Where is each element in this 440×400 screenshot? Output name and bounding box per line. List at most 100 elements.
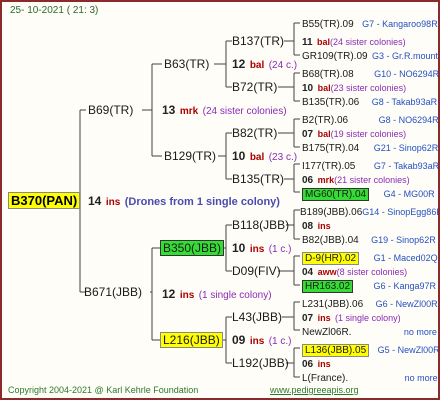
- b82-note: (19 sister colonies): [330, 129, 407, 139]
- b82jbb-info: G19 - Sinop62R: [371, 235, 436, 245]
- b350-note: (1 c.): [268, 244, 292, 255]
- d09-label: aww: [317, 267, 337, 277]
- b118-label: ins: [317, 221, 331, 231]
- root-label: ins: [105, 197, 121, 208]
- l4-lfrance[interactable]: L(France). no more: [302, 370, 438, 386]
- b350-name: B350(JBB): [160, 240, 225, 256]
- b350-count: 10: [232, 241, 246, 255]
- l216-matings: 09 ins (1 c.): [232, 333, 292, 349]
- node-b118[interactable]: B118(JBB): [232, 218, 289, 232]
- l4-gr109[interactable]: GR109(TR).09 G3 - Gr.R.mounta: [302, 48, 440, 64]
- site-link[interactable]: www.pedigreeapis.org: [270, 385, 359, 395]
- b671-count: 12: [162, 287, 176, 301]
- gr109-name: GR109(TR).09: [302, 51, 368, 62]
- b118-count: 08: [302, 221, 314, 232]
- b72-label: bal: [317, 83, 331, 93]
- b135-label: mrk: [317, 175, 335, 185]
- b55-name: B55(TR).09: [302, 19, 354, 30]
- b69-note: (24 sister colonies): [202, 106, 287, 117]
- l216-note: (1 c.): [268, 336, 292, 347]
- node-b135[interactable]: B135(TR): [232, 172, 284, 186]
- b671-matings: 12 ins (1 single colony): [162, 287, 272, 303]
- root-matings: 14 ins (Drones from 1 single colony): [88, 194, 280, 210]
- l4-b135[interactable]: B135(TR).06 G8 - Takab93aR: [302, 94, 437, 110]
- l216-name: L216(JBB): [160, 332, 223, 348]
- i177-info: G7 - Takab93aR: [373, 161, 440, 171]
- d09-note: (8 sister colonies): [336, 267, 408, 277]
- b671-note: (1 single colony): [198, 290, 272, 301]
- newzl06-info: no more: [403, 327, 437, 337]
- b55-info: G7 - Kangaroo98R: [362, 19, 438, 29]
- b129-count: 10: [232, 149, 246, 163]
- b63-count: 12: [232, 57, 246, 71]
- root-note: (Drones from 1 single colony): [124, 196, 280, 208]
- node-b671[interactable]: B671(JBB): [84, 285, 142, 299]
- b175-name: B175(TR).04: [302, 143, 360, 154]
- b72-note: (23 sister colonies): [330, 83, 407, 93]
- copyright-text: Copyright 2004-2021 @ Karl Kehrle Founda…: [8, 385, 199, 395]
- b135-count: 06: [302, 175, 314, 186]
- b63-note: (24 c.): [268, 60, 298, 71]
- b129-label: bal: [249, 152, 265, 163]
- node-b69[interactable]: B69(TR): [88, 103, 133, 117]
- b137-count: 11: [302, 37, 313, 48]
- l192-label: ins: [317, 359, 331, 369]
- l4-newzl06[interactable]: NewZl06R. no more: [302, 324, 437, 340]
- b68-info: G10 - NO6294R: [374, 69, 440, 79]
- b82-count: 07: [302, 129, 314, 140]
- b135tr-info: G8 - Takab93aR: [371, 97, 438, 107]
- l4-b175[interactable]: B175(TR).04 G21 - Sinop62R: [302, 140, 438, 156]
- node-d09[interactable]: D09(FIV): [232, 264, 281, 278]
- b2-info: G8 - NO6294R: [378, 115, 439, 125]
- l4-b82jbb[interactable]: B82(JBB).04 G19 - Sinop62R: [302, 232, 436, 248]
- l192-count: 06: [302, 359, 314, 370]
- root-queen[interactable]: B370(PAN): [8, 192, 81, 209]
- b175-info: G21 - Sinop62R: [373, 143, 439, 153]
- b135tr-name: B135(TR).06: [302, 97, 360, 108]
- node-b63[interactable]: B63(TR): [164, 57, 209, 71]
- node-b137[interactable]: B137(TR): [232, 34, 284, 48]
- mg60-info: G4 - MG00R: [383, 189, 435, 199]
- b69-matings: 13 mrk (24 sister colonies): [162, 103, 287, 119]
- gr109-info: G3 - Gr.R.mounta: [372, 51, 440, 61]
- node-b72[interactable]: B72(TR): [232, 80, 277, 94]
- l43-label: ins: [317, 313, 331, 323]
- b129-note: (23 c.): [268, 152, 298, 163]
- node-l216[interactable]: L216(JBB): [160, 332, 223, 348]
- l4-mg60[interactable]: MG60(TR).04 G4 - MG00R: [302, 186, 435, 202]
- newzl06-name: NewZl06R.: [302, 327, 352, 338]
- pedigree-panel: 25- 10-2021 ( 21: 3) B370(PAN) 14 ins (D…: [0, 0, 440, 400]
- l216-label: ins: [249, 336, 265, 347]
- root-count: 14: [88, 194, 102, 208]
- node-l192[interactable]: L192(JBB): [232, 356, 289, 370]
- node-b350[interactable]: B350(JBB): [160, 240, 225, 256]
- b189-info: G14 - SinopEgg86R: [362, 207, 440, 217]
- node-b82[interactable]: B82(TR): [232, 126, 277, 140]
- l43-count: 07: [302, 313, 314, 324]
- b2-name: B2(TR).06: [302, 115, 349, 126]
- node-b129[interactable]: B129(TR): [164, 149, 216, 163]
- b350-label: ins: [249, 244, 265, 255]
- b137-label: bal: [317, 37, 331, 47]
- b82-label: bal: [317, 129, 331, 139]
- lfrance-name: L(France).: [302, 373, 349, 384]
- b69-count: 13: [162, 103, 176, 117]
- hr163-name: HR163.02: [302, 280, 354, 293]
- hr163-info: G6 - Kanga97R: [373, 281, 437, 291]
- b129-matings: 10 bal (23 c.): [232, 149, 297, 165]
- d09-count: 04: [302, 267, 314, 278]
- l136-info: G5 - NewZl00R: [377, 345, 440, 355]
- b72-count: 10: [302, 83, 314, 94]
- b189-name: B189(JBB).06: [300, 207, 363, 218]
- l4-hr163[interactable]: HR163.02 G6 - Kanga97R: [302, 278, 436, 294]
- node-l43[interactable]: L43(JBB): [232, 310, 282, 324]
- l231-info: G6 - NewZl00R: [375, 299, 438, 309]
- b671-label: ins: [179, 290, 195, 301]
- root-name: B370(PAN): [8, 192, 81, 209]
- l43-note: (1 single colony): [335, 313, 401, 323]
- b69-label: mrk: [179, 106, 199, 117]
- l4-b55[interactable]: B55(TR).09 G7 - Kangaroo98R: [302, 16, 438, 32]
- timestamp-header: 25- 10-2021 ( 21: 3): [10, 5, 99, 16]
- i177-name: I177(TR).05: [302, 161, 356, 172]
- d9-info: G1 - Maced02Q: [373, 253, 438, 263]
